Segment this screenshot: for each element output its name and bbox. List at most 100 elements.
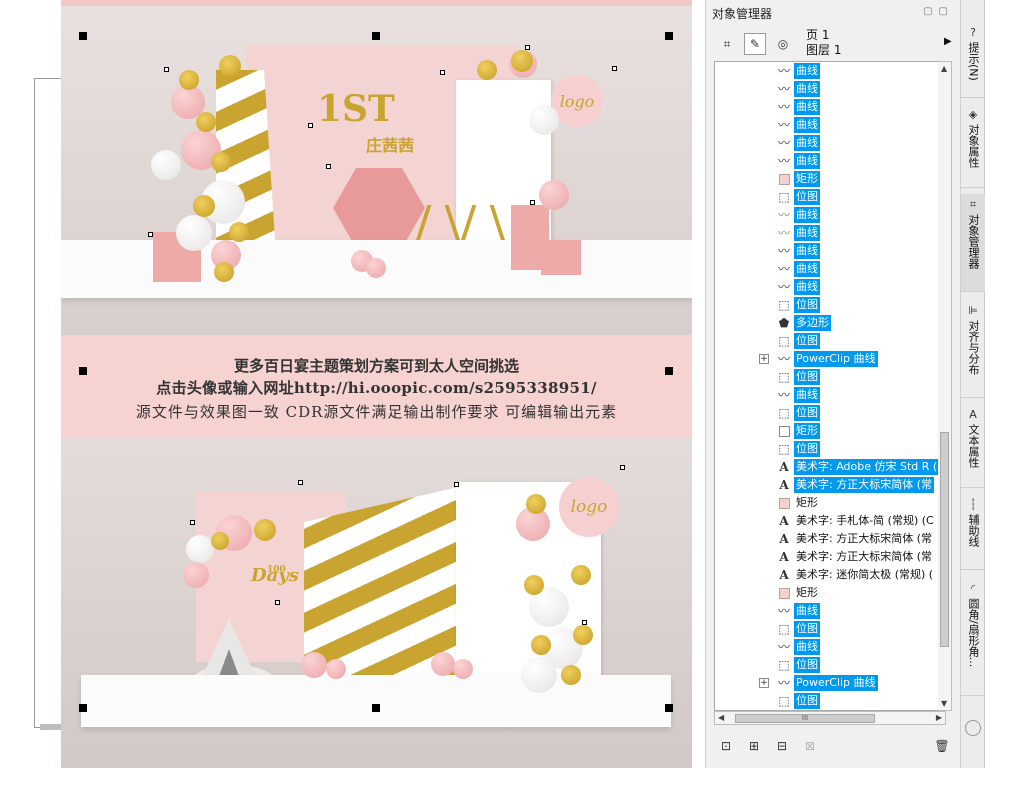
tree-item[interactable]: ⬚ 位图 [715, 692, 937, 710]
tree-item-label: 矩形 [794, 171, 820, 187]
tree-item[interactable]: A 美术字: 方正大标宋简体 (常 [715, 476, 937, 494]
page-menu-arrow-icon[interactable]: ▶ [944, 36, 952, 47]
new-master-layer-even-button[interactable]: ⊠ [800, 736, 820, 756]
scroll-up-icon[interactable]: ▲ [941, 64, 947, 73]
tree-item-label: 矩形 [796, 496, 818, 509]
tree-item[interactable]: ⬚ 位图 [715, 296, 937, 314]
tree-item-label: 曲线 [794, 153, 820, 169]
more-tabs-icon[interactable] [965, 720, 981, 736]
edit-across-layers-button[interactable]: ✎ [744, 33, 766, 55]
rect-icon [779, 498, 790, 509]
path-node [298, 480, 303, 485]
tree-item[interactable]: + 〰 PowerClip 曲线 [715, 674, 937, 692]
layer-manager-view-button[interactable]: ◎ [772, 33, 794, 55]
scroll-right-icon[interactable]: ▶ [936, 713, 942, 722]
selection-handle[interactable] [665, 704, 673, 712]
tree-item[interactable]: 〰曲线 [715, 116, 937, 134]
tree-item[interactable]: 〰曲线 [715, 242, 937, 260]
rect-icon [779, 426, 790, 437]
path-node [620, 465, 625, 470]
new-layer-button[interactable]: ⊡ [716, 736, 736, 756]
tree-item[interactable]: 〰曲线 [715, 152, 937, 170]
tree-item[interactable]: 〰曲线 [715, 80, 937, 98]
tree-item[interactable]: ⬚ 位图 [715, 404, 937, 422]
layer-label: 图层 1 [806, 43, 842, 57]
tree-item[interactable]: 〰曲线 [715, 260, 937, 278]
tree-item[interactable]: + 〰 PowerClip 曲线 [715, 350, 937, 368]
tab-object-manager[interactable]: ⌗ 对象管理器 [961, 194, 985, 292]
selection-handle[interactable] [79, 32, 87, 40]
tree-item[interactable]: 〰曲线 [715, 386, 937, 404]
selected-artwork[interactable]: 1ST 庄茜茜 logo 更多百日宴主题策划方案可到太人空间挑选 点击头像或输入… [61, 0, 692, 768]
tree-item-label: 位图 [794, 621, 820, 637]
tree-item[interactable]: ⬚ 位图 [715, 188, 937, 206]
selection-handle[interactable] [665, 32, 673, 40]
tree-item[interactable]: 矩形 [715, 494, 937, 512]
tree-item[interactable]: A 美术字: 手札体-简 (常规) (C [715, 512, 937, 530]
tab-hints[interactable]: ? 提示(N) [961, 22, 985, 98]
selection-handle[interactable] [79, 367, 87, 375]
polygon-icon: ⬟ [778, 316, 790, 330]
tab-fillet[interactable]: ◜ 圆角/扇形角... [961, 578, 985, 696]
tab-text-properties[interactable]: A 文本属性 [961, 404, 985, 488]
selection-handle[interactable] [372, 32, 380, 40]
tree-item[interactable]: ⬚ 位图 [715, 620, 937, 638]
fillet-icon: ◜ [970, 582, 976, 595]
tree-item[interactable]: ⬟ 多边形 [715, 314, 937, 332]
tree-vertical-scrollbar[interactable]: ▲ ▼ [938, 61, 952, 711]
scroll-thumb[interactable] [940, 432, 949, 647]
tree-horizontal-scrollbar[interactable]: ◀ III ▶ [714, 711, 946, 725]
tree-item[interactable]: 〰曲线 [715, 224, 937, 242]
path-node [440, 70, 445, 75]
page-label: 页 1 [806, 28, 830, 42]
tree-item-label: 美术字: Adobe 仿宋 Std R (常 [794, 459, 945, 475]
tree-item[interactable]: 〰曲线 [715, 62, 937, 80]
tree-item[interactable]: 〰曲线 [715, 206, 937, 224]
page-layer-info: 页 1 图层 1 [806, 28, 841, 58]
tab-object-properties[interactable]: ◈ 对象属性 [961, 104, 985, 188]
tree-item-label: 曲线 [794, 63, 820, 79]
bitmap-icon: ⬚ [778, 298, 790, 312]
tree-item[interactable]: ⬚ 位图 [715, 368, 937, 386]
tab-guidelines[interactable]: ┆ 辅助线 [961, 494, 985, 570]
scroll-down-icon[interactable]: ▼ [941, 699, 947, 708]
properties-icon: ⌗ [723, 36, 731, 51]
hscroll-thumb[interactable]: III [735, 714, 875, 723]
drawing-canvas[interactable]: 1ST 庄茜茜 logo 更多百日宴主题策划方案可到太人空间挑选 点击头像或输入… [0, 0, 705, 787]
tree-item[interactable]: A 美术字: 方正大标宋简体 (常 [715, 548, 937, 566]
new-master-layer-button[interactable]: ⊞ [744, 736, 764, 756]
selection-handle[interactable] [665, 367, 673, 375]
scroll-left-icon[interactable]: ◀ [718, 713, 724, 722]
tab-align-distribute[interactable]: ⊫ 对齐与分布 [961, 300, 985, 398]
new-master-layer-all-pages-button[interactable]: ⊟ [772, 736, 792, 756]
tree-item[interactable]: A 美术字: Adobe 仿宋 Std R (常 [715, 458, 945, 476]
tree-item[interactable]: 〰曲线 [715, 134, 937, 152]
tree-item[interactable]: ⬚ 位图 [715, 656, 937, 674]
bottom-logo-circle: logo [559, 477, 619, 537]
path-node [164, 67, 169, 72]
object-tree[interactable]: 〰曲线〰曲线〰曲线〰曲线〰曲线〰曲线 矩形 ⬚ 位图〰曲线〰曲线〰曲线〰曲线〰曲线 ⬚ 位… [714, 61, 946, 711]
expand-icon[interactable]: + [759, 678, 769, 688]
tree-item-label: 曲线 [794, 387, 820, 403]
docker-window-buttons[interactable]: ▢▢ [923, 6, 954, 17]
expand-icon[interactable]: + [759, 354, 769, 364]
tree-item[interactable]: 矩形 [715, 170, 937, 188]
tree-item[interactable]: ⬚ 位图 [715, 332, 937, 350]
tree-item[interactable]: 〰曲线 [715, 638, 937, 656]
selection-handle[interactable] [372, 704, 380, 712]
tree-item[interactable]: ⬚ 位图 [715, 440, 937, 458]
delete-button[interactable]: 🗑 [932, 736, 952, 756]
tree-item[interactable]: 矩形 [715, 584, 937, 602]
tree-item[interactable]: A 美术字: 方正大标宋简体 (常 [715, 530, 937, 548]
path-node [530, 200, 535, 205]
tree-item[interactable]: A 美术字: 迷你简太极 (常规) ( [715, 566, 937, 584]
docker-side-tabs: ? 提示(N) ◈ 对象属性 ⌗ 对象管理器 ⊫ 对齐与分布 A 文本属性 ┆ … [961, 0, 985, 768]
selection-handle[interactable] [79, 704, 87, 712]
tree-item[interactable]: 矩形 [715, 422, 937, 440]
tree-item[interactable]: 〰曲线 [715, 98, 937, 116]
show-properties-button[interactable]: ⌗ [716, 33, 738, 55]
trash-icon: 🗑 [934, 739, 950, 753]
tree-item[interactable]: 〰曲线 [715, 602, 937, 620]
text-icon: A [779, 514, 789, 528]
tree-item[interactable]: 〰曲线 [715, 278, 937, 296]
